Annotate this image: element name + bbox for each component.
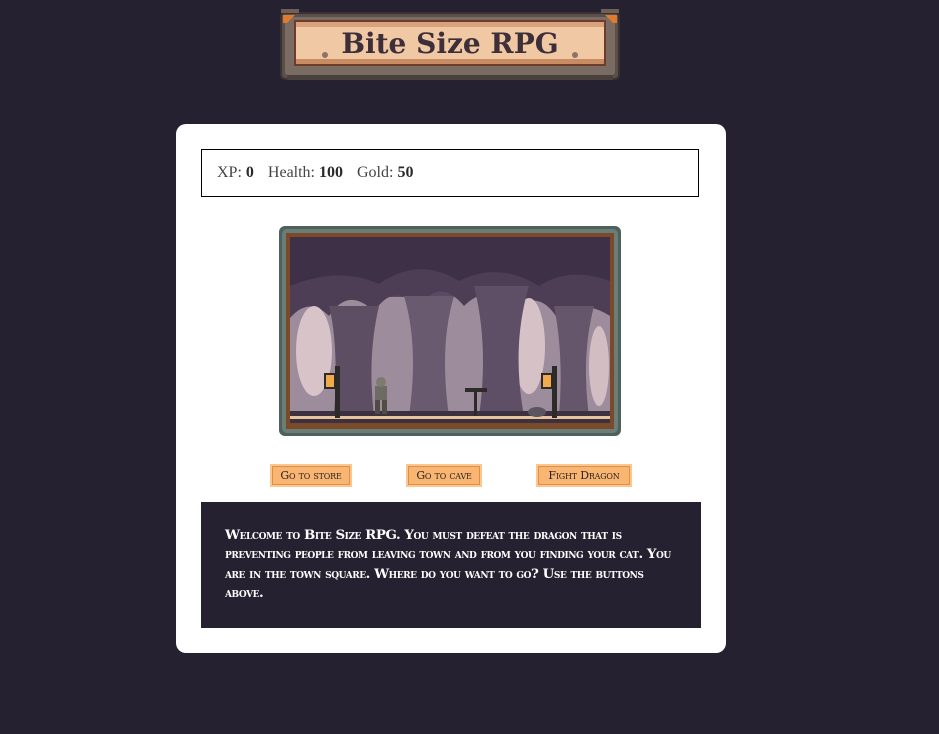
gold-stat: Gold: 50	[357, 164, 413, 182]
go-to-store-button[interactable]: Go to store	[270, 464, 352, 487]
xp-value: 0	[245, 164, 254, 181]
health-label: Health:	[267, 164, 315, 181]
gold-value: 50	[397, 164, 414, 181]
scene-image	[279, 226, 621, 436]
fight-dragon-button[interactable]: Fight Dragon	[536, 464, 632, 487]
gold-label: Gold:	[357, 164, 394, 181]
xp-label: XP:	[217, 164, 242, 181]
stats-bar: XP: 0 Health: 100 Gold: 50	[201, 149, 699, 197]
game-logo-banner: Bite Size RPG	[279, 7, 621, 83]
health-value: 100	[319, 164, 343, 181]
xp-stat: XP: 0	[217, 164, 254, 182]
health-stat: Health: 100	[268, 164, 343, 182]
logo-title: Bite Size RPG	[341, 27, 558, 60]
game-card: XP: 0 Health: 100 Gold: 50 Go to store G…	[176, 124, 726, 653]
narrative-text: Welcome to Bite Size RPG. You must defea…	[201, 502, 701, 628]
go-to-cave-button[interactable]: Go to cave	[406, 464, 482, 487]
